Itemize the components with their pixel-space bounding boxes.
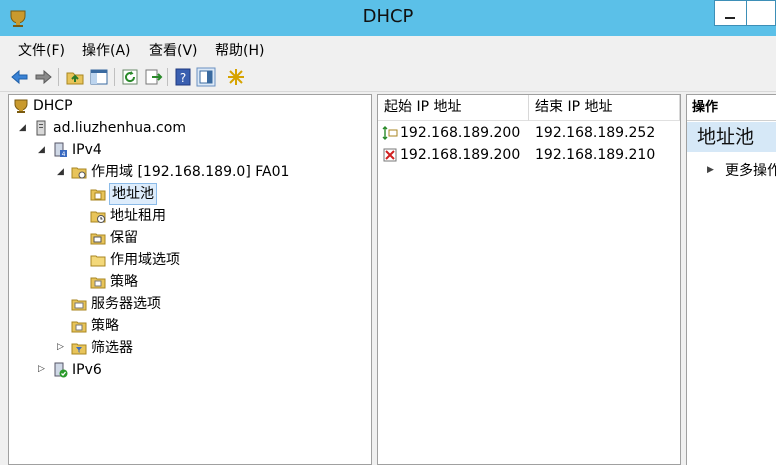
toolbar: ? <box>0 62 776 92</box>
expand-arrow-icon[interactable]: ▷ <box>57 342 64 352</box>
policy-folder-icon <box>71 321 87 333</box>
server-options-folder-icon <box>71 299 87 311</box>
tree-label: 筛选器 <box>91 340 133 356</box>
tree-label: DHCP <box>33 98 73 114</box>
list-row[interactable]: 192.168.189.200 192.168.189.210 <box>382 144 678 166</box>
policy-folder-icon <box>90 277 106 289</box>
tree-label: 作用域 [192.168.189.0] FA01 <box>91 164 290 180</box>
server-icon <box>36 120 46 136</box>
more-actions-link[interactable]: 更多操作 <box>725 160 776 180</box>
menu-file[interactable]: 文件(F) <box>18 40 65 60</box>
dhcp-icon <box>14 99 28 113</box>
start-ip-cell: 192.168.189.200 <box>400 125 521 141</box>
address-leases-icon <box>90 211 106 223</box>
tree-label: 服务器选项 <box>91 296 161 312</box>
export-list-icon[interactable] <box>143 67 163 87</box>
up-folder-icon[interactable] <box>65 67 85 87</box>
minimize-button[interactable] <box>714 0 746 26</box>
action-pane: 操作 地址池 ▶ 更多操作 <box>686 94 776 465</box>
help-icon[interactable]: ? <box>173 67 193 87</box>
collapse-arrow-icon[interactable]: ◢ <box>38 145 45 155</box>
list-row[interactable]: 192.168.189.200 192.168.189.252 <box>382 122 678 144</box>
tree-label: 策略 <box>110 274 138 290</box>
start-ip-cell: 192.168.189.200 <box>400 147 521 163</box>
action-pane-icon[interactable] <box>196 67 216 87</box>
expand-arrow-icon[interactable]: ▷ <box>38 364 45 374</box>
action-group-address-pool[interactable]: 地址池 <box>687 122 776 152</box>
refresh-icon[interactable] <box>120 67 140 87</box>
menu-bar: 文件(F) 操作(A) 查看(V) 帮助(H) <box>0 36 776 62</box>
menu-action[interactable]: 操作(A) <box>82 40 131 60</box>
column-header-start-ip[interactable]: 起始 IP 地址 <box>378 95 529 121</box>
ipv4-icon: 4 <box>54 142 67 158</box>
console-tree: DHCP ◢ ad.liuzhenhua.com ◢ 4 IPv4 ◢ 作用域 … <box>8 94 372 465</box>
tree-label: 作用域选项 <box>110 252 180 268</box>
menu-view[interactable]: 查看(V) <box>149 40 198 60</box>
end-ip-cell: 192.168.189.210 <box>535 147 656 163</box>
tree-label: 地址租用 <box>110 208 166 224</box>
ipv6-icon <box>54 362 68 378</box>
column-header-end-ip[interactable]: 结束 IP 地址 <box>529 95 680 121</box>
svg-text:?: ? <box>180 71 186 85</box>
action-pane-header: 操作 <box>687 95 776 121</box>
window-title: DHCP <box>362 6 414 27</box>
show-hide-tree-icon[interactable] <box>89 67 109 87</box>
svg-text:4: 4 <box>62 151 66 158</box>
scope-folder-icon <box>71 167 87 179</box>
tree-label: 保留 <box>110 230 138 246</box>
forward-icon[interactable] <box>33 67 53 87</box>
tree-label: IPv6 <box>72 362 102 378</box>
back-icon[interactable] <box>10 67 30 87</box>
menu-help[interactable]: 帮助(H) <box>215 40 264 60</box>
address-pool-icon <box>90 189 106 201</box>
collapse-arrow-icon[interactable]: ◢ <box>57 167 64 177</box>
scope-options-folder-icon <box>90 255 106 267</box>
submenu-arrow-icon: ▶ <box>707 165 714 175</box>
result-list: 起始 IP 地址 结束 IP 地址 192.168.189.200 192.16… <box>377 94 681 465</box>
collapse-arrow-icon[interactable]: ◢ <box>19 123 26 133</box>
maximize-button[interactable] <box>746 0 776 26</box>
exclusion-range-icon <box>383 148 397 162</box>
reservations-icon <box>90 233 106 245</box>
tree-label: 策略 <box>91 318 119 334</box>
end-ip-cell: 192.168.189.252 <box>535 125 656 141</box>
tree-label: 地址池 <box>109 183 157 205</box>
address-range-icon <box>382 126 398 140</box>
filter-icon <box>71 343 87 355</box>
tree-label: IPv4 <box>72 142 102 158</box>
tree-label: ad.liuzhenhua.com <box>53 120 186 136</box>
new-star-icon[interactable] <box>226 67 246 87</box>
title-bar: DHCP <box>0 0 776 36</box>
